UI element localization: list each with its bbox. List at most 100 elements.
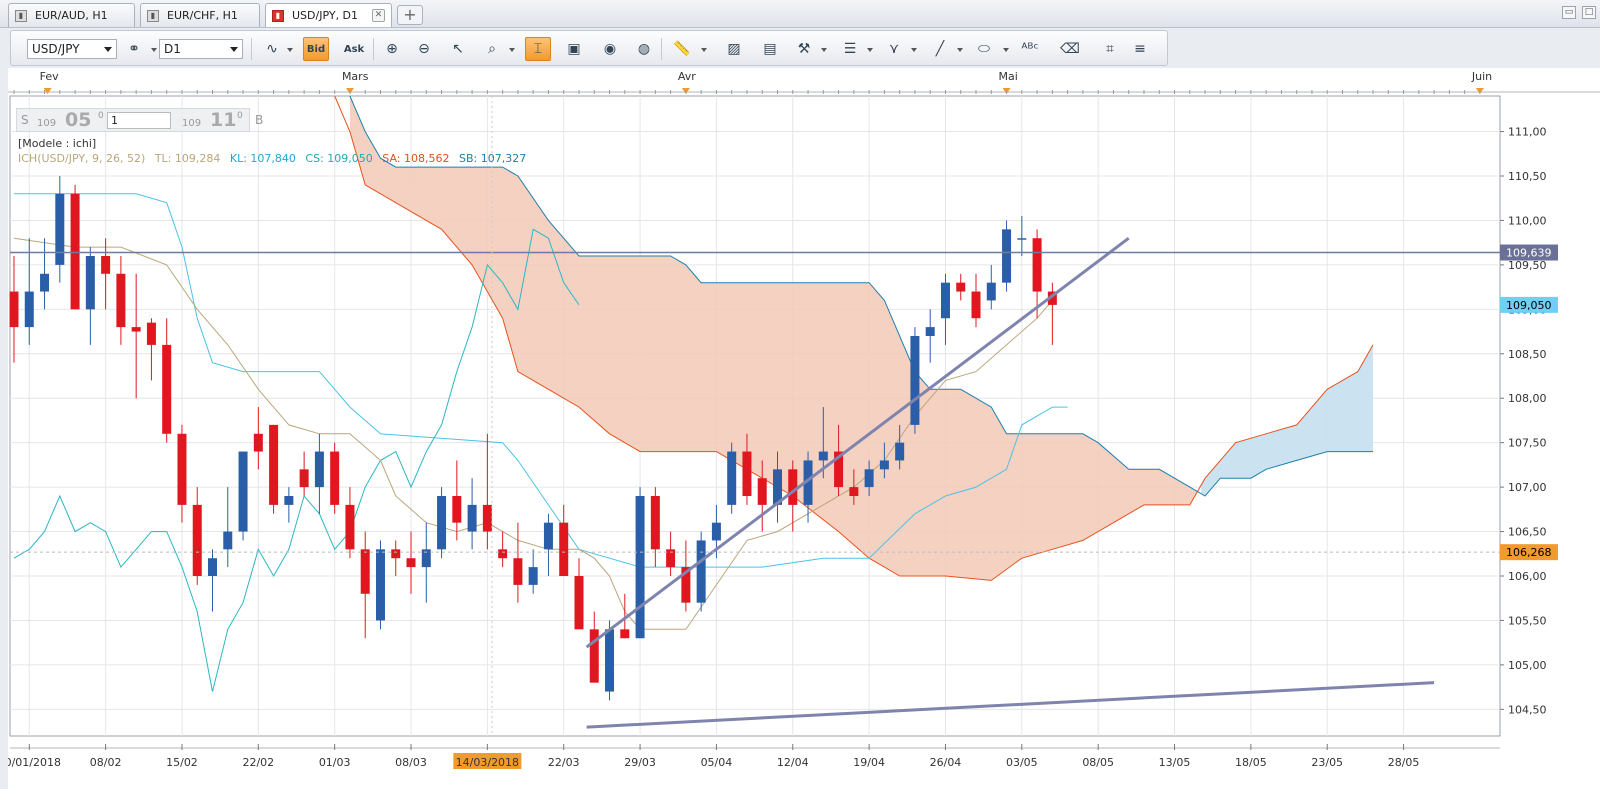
candle-body [757,478,767,505]
separator [251,38,252,60]
candle-body [879,460,889,470]
x-tick-label: 08/05 [1082,756,1114,769]
x-tick-label: 12/04 [777,756,809,769]
candle-body [956,282,966,292]
template-icon[interactable]: ▤ [757,37,783,61]
chevron-down-icon[interactable] [287,48,293,52]
chevron-down-icon[interactable] [821,48,827,52]
month-label: Avr [678,70,696,83]
price-tag-label: 106,268 [1506,546,1552,559]
chevron-down-icon[interactable] [867,48,873,52]
tab-usd-jpy[interactable]: ▮ USD/JPY, D1 ✕ [265,3,392,27]
tab-label: USD/JPY, D1 [292,9,359,22]
candle-body [223,531,233,550]
sell-button[interactable]: S [21,113,29,127]
x-tick-label: 23/05 [1311,756,1343,769]
candle-body [818,451,828,461]
candle-body [437,496,447,550]
buy-button[interactable]: B [255,113,263,127]
chevron-down-icon[interactable] [509,48,515,52]
candle-body [650,496,660,550]
link-icon[interactable]: ⚭ [121,37,147,61]
close-icon[interactable]: ✕ [372,9,385,22]
candle [70,184,80,310]
window-icon[interactable]: ▣ [561,37,587,61]
tenkan-value: TL: 109,284 [154,152,221,165]
candle-body [24,291,34,328]
candle-body [192,504,202,576]
chart-area[interactable]: 104,50 105,00 105,50 106,00 106,50 107,00 107,… [8,68,1600,789]
symbol-select[interactable]: USD/JPY [27,39,117,59]
candle-body [910,336,920,425]
tab-eur-aud[interactable]: ▮ EUR/AUD, H1 [8,3,135,27]
globe-icon[interactable]: ◍ [631,37,657,61]
ask-price[interactable]: 11 [210,109,236,131]
zoom-out-icon[interactable]: ⊖ [411,37,437,61]
x-tick-label: 29/03 [624,756,656,769]
chevron-down-icon[interactable] [911,48,917,52]
y-tick-label: 104,50 [1508,703,1547,716]
crosshair-icon[interactable]: ⌶ [525,37,551,61]
chart-type-icon[interactable]: ∿ [259,37,285,61]
indicator-icon[interactable]: ⚒ [791,37,817,61]
y-tick-label: 109,50 [1508,259,1547,272]
candle-body [269,424,279,505]
zoom-area-icon[interactable]: ⌕ [479,37,505,61]
candle-body [925,327,935,336]
chevron-down-icon[interactable] [957,48,963,52]
maximize-window-icon[interactable]: □ [1582,6,1596,19]
candle-body [208,558,218,576]
ask-button[interactable]: Ask [341,37,367,61]
candle-body [85,256,95,310]
candle-body [742,451,752,496]
quick-trade-widget: S 109 05 0 1 109 11 0 B [16,108,263,132]
bid-price[interactable]: 05 [65,109,91,131]
chikou-value: CS: 109,050 [305,152,373,165]
tab-bar: ▮ EUR/AUD, H1 ▮ EUR/CHF, H1 ▮ USD/JPY, D… [0,0,1600,28]
tab-eur-chf[interactable]: ▮ EUR/CHF, H1 [140,3,260,27]
chart-tab-icon: ▮ [15,9,27,22]
bid-fraction: 0 [98,111,104,121]
y-tick-label: 106,50 [1508,526,1547,539]
month-label: Fev [40,70,59,83]
x-tick-label: 22/03 [548,756,580,769]
more-icon[interactable]: ≡ [1127,37,1153,61]
trendline-tool-icon[interactable]: ╱ [927,37,953,61]
chevron-down-icon[interactable] [701,48,707,52]
eye-icon[interactable]: ◉ [597,37,623,61]
add-tab-button[interactable]: + [397,5,423,25]
candle [635,487,645,639]
zoom-in-icon[interactable]: ⊕ [379,37,405,61]
bid-button[interactable]: Bid [303,37,329,61]
object-tree-icon[interactable]: ⌗ [1097,37,1123,61]
ellipse-tool-icon[interactable]: ⬭ [971,37,997,61]
ask-prefix: 109 [182,118,202,129]
model-label: [Modele : ichi] [18,137,97,150]
fan-tool-icon[interactable]: ⋎ [881,37,907,61]
cursor-icon[interactable]: ↖ [445,37,471,61]
lot-input[interactable]: 1 [107,112,171,129]
candle-body [345,504,355,550]
x-tick-label: 28/05 [1388,756,1420,769]
candle [269,424,279,514]
eraser-icon[interactable]: ⌫ [1057,37,1083,61]
ruler-icon[interactable]: 📏 [669,37,695,61]
candle-body [314,451,324,488]
candle-body [605,629,615,692]
candle-body [131,327,141,332]
separator [661,38,662,60]
restore-window-icon[interactable]: ▭ [1562,6,1576,19]
tab-label: EUR/CHF, H1 [167,9,238,22]
timeframe-select[interactable]: D1 [159,39,243,59]
chevron-down-icon[interactable] [1003,48,1009,52]
text-tool-icon[interactable]: ᴬᴮᶜ [1017,37,1043,61]
candle-body [727,451,737,505]
price-chart[interactable]: 104,50 105,00 105,50 106,00 106,50 107,00 107,… [8,68,1600,789]
indicator-legend[interactable]: ICH(USD/JPY, 9, 26, 52) TL: 109,284 KL: … [18,152,532,165]
chevron-down-icon [104,47,112,52]
lines-icon[interactable]: ☰ [837,37,863,61]
kijun-value: KL: 107,840 [229,152,296,165]
chevron-down-icon[interactable] [151,48,157,52]
image-icon[interactable]: ▨ [721,37,747,61]
candle-body [375,549,385,621]
